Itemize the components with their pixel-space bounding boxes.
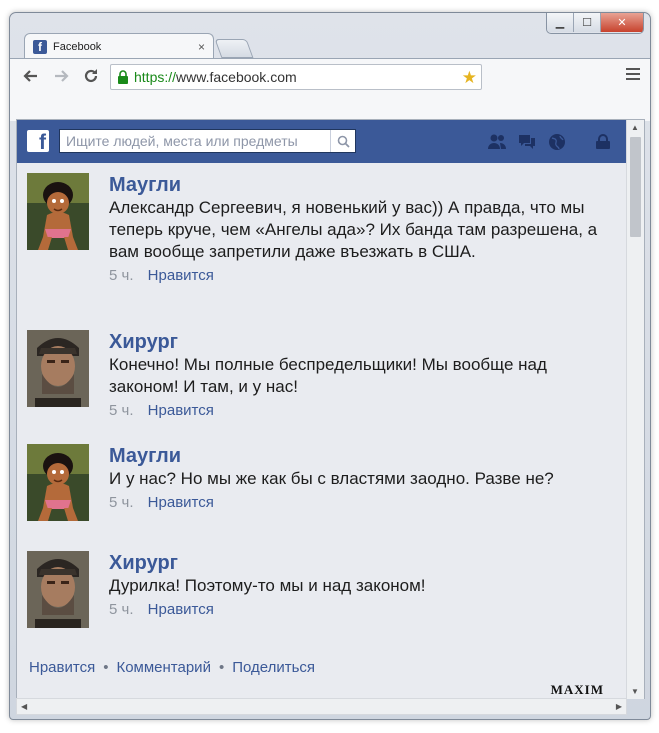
comment-like-link[interactable]: Нравится — [148, 601, 214, 618]
like-link[interactable]: Нравится — [29, 659, 95, 676]
scroll-left-arrow-icon[interactable]: ◀ — [21, 702, 27, 711]
minimize-button[interactable]: ▁ — [547, 13, 573, 32]
menu-icon[interactable] — [626, 68, 640, 83]
comment-text: Конечно! Мы полные беспредельщики! Мы во… — [109, 355, 547, 396]
share-link[interactable]: Поделиться — [232, 659, 315, 676]
comments-feed: Маугли Александр Сергеевич, я новенький … — [17, 163, 626, 699]
address-bar[interactable]: https://www.facebook.com ★ — [110, 64, 482, 90]
friend-requests-icon[interactable] — [487, 133, 507, 151]
back-arrow-icon[interactable] — [20, 67, 42, 89]
vertical-scrollbar[interactable]: ▲ ▼ — [626, 120, 644, 699]
facebook-logo-icon[interactable]: f — [27, 130, 49, 152]
separator: • — [103, 659, 109, 676]
comment-author[interactable]: Маугли — [109, 173, 609, 197]
comment-link[interactable]: Комментарий — [116, 659, 210, 676]
comment-author[interactable]: Маугли — [109, 444, 609, 468]
close-window-button[interactable]: ✕ — [600, 13, 643, 32]
new-tab-button[interactable] — [214, 39, 254, 58]
notifications-globe-icon[interactable] — [547, 133, 567, 151]
comment-like-link[interactable]: Нравится — [148, 402, 214, 419]
separator: • — [218, 659, 225, 676]
forward-arrow-icon[interactable] — [50, 67, 72, 89]
comment-author[interactable]: Хирург — [109, 330, 609, 354]
facebook-header: f — [17, 120, 626, 163]
avatar[interactable] — [27, 551, 89, 628]
scroll-down-arrow-icon[interactable]: ▼ — [631, 687, 639, 696]
avatar[interactable] — [27, 444, 89, 521]
facebook-favicon-icon: f — [33, 39, 47, 54]
comment-time[interactable]: 5 ч. — [109, 402, 134, 419]
privacy-shortcuts-icon[interactable] — [594, 134, 612, 150]
scrollbar-thumb[interactable] — [630, 137, 641, 237]
tab-close-icon[interactable]: × — [198, 40, 205, 54]
window-controls: ▁ ☐ ✕ — [546, 13, 644, 34]
comment-like-link[interactable]: Нравится — [148, 267, 214, 284]
comment-time[interactable]: 5 ч. — [109, 494, 134, 511]
mowgli-avatar-icon — [27, 173, 89, 250]
maxim-watermark: MAXIM — [550, 682, 604, 697]
avatar[interactable] — [27, 173, 89, 250]
comment-text: И у нас? Но мы же как бы с властями заод… — [109, 469, 554, 488]
search-input[interactable] — [60, 132, 330, 150]
surgeon-avatar-icon — [27, 330, 89, 407]
comment-text: Александр Сергеевич, я новенький у вас))… — [109, 198, 598, 261]
reload-icon[interactable] — [80, 67, 102, 89]
post-actions: Нравится • Комментарий • Поделиться — [29, 659, 315, 676]
search-box — [59, 129, 356, 153]
mowgli-avatar-icon — [27, 444, 89, 521]
comment-time[interactable]: 5 ч. — [109, 267, 134, 284]
browser-window: ▁ ☐ ✕ f Facebook × https://www.facebook.… — [9, 12, 651, 720]
bookmark-star-icon[interactable]: ★ — [462, 68, 477, 88]
maximize-button[interactable]: ☐ — [573, 13, 600, 32]
page-viewport: f Ищите людей, места или предметы Маугли… — [16, 119, 645, 699]
comment-text: Дурилка! Поэтому-то мы и над законом! — [109, 576, 426, 595]
tab-title: Facebook — [53, 40, 102, 53]
secure-lock-icon — [118, 70, 128, 84]
search-icon[interactable] — [330, 130, 355, 152]
url-text: https://www.facebook.com — [134, 69, 297, 85]
comment-time[interactable]: 5 ч. — [109, 601, 134, 618]
comment-like-link[interactable]: Нравится — [148, 494, 214, 511]
surgeon-avatar-icon — [27, 551, 89, 628]
avatar[interactable] — [27, 330, 89, 407]
messages-icon[interactable] — [517, 133, 537, 151]
scroll-right-arrow-icon[interactable]: ▶ — [616, 702, 622, 711]
browser-toolbar: https://www.facebook.com ★ — [10, 58, 650, 121]
scroll-up-arrow-icon[interactable]: ▲ — [631, 123, 639, 132]
horizontal-scrollbar[interactable]: ◀ ▶ — [16, 698, 627, 715]
tab-facebook[interactable]: f Facebook × — [24, 33, 214, 59]
comment-author[interactable]: Хирург — [109, 551, 609, 575]
